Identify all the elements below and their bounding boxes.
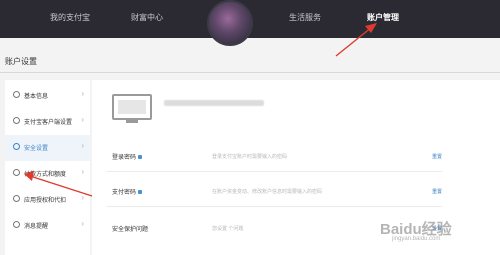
baidu-watermark-url: jingyan.baidu.com	[392, 236, 441, 242]
login-password-desc: 登录支付宝账户时需要输入的密码	[212, 154, 288, 160]
top-nav: 我的支付宝 财富中心 生活服务 账户管理	[0, 0, 500, 46]
sidebar-item-label: 付款方式和额度	[24, 172, 67, 178]
monitor-icon	[112, 94, 152, 120]
chevron-right-icon: ›	[81, 219, 84, 228]
row-divider	[106, 206, 442, 207]
nav-my-alipay[interactable]: 我的支付宝	[50, 12, 90, 23]
user-icon	[13, 91, 20, 98]
sidebar-item-basic-info[interactable]: 基本信息 ›	[5, 83, 90, 109]
row-divider	[106, 171, 442, 172]
avatar[interactable]	[207, 0, 253, 46]
chevron-right-icon: ›	[81, 141, 84, 150]
security-question-desc: 您设置 个问题	[212, 226, 244, 232]
nav-account-management[interactable]: 账户管理	[367, 12, 399, 23]
sidebar-item-security[interactable]: 安全设置 ›	[5, 135, 90, 161]
monitor-stand	[126, 120, 138, 123]
shield-icon	[13, 143, 20, 150]
link-icon	[13, 195, 20, 202]
chevron-right-icon: ›	[81, 89, 84, 98]
title-divider	[0, 72, 500, 73]
chevron-right-icon: ›	[81, 115, 84, 124]
sidebar: 基本信息 › 支付宝客户端设置 › 安全设置 › 付款方式和额度 › 应用授权和…	[5, 80, 90, 255]
lock-icon	[138, 155, 143, 159]
sidebar-item-label: 安全设置	[24, 146, 49, 152]
payment-password-desc: 在账户资金变动、修改账户信息时需要输入的密码	[212, 189, 323, 195]
chevron-right-icon: ›	[81, 193, 84, 202]
page-title: 账户设置	[5, 57, 37, 66]
nav-life-services[interactable]: 生活服务	[289, 12, 321, 23]
lock-icon	[138, 190, 143, 194]
sidebar-item-payment-methods[interactable]: 付款方式和额度 ›	[5, 161, 90, 187]
sidebar-item-label: 支付宝客户端设置	[24, 120, 73, 126]
sidebar-item-notifications[interactable]: 消息提醒 ›	[5, 213, 90, 239]
yen-icon	[13, 169, 20, 176]
login-password-label: 登录密码	[112, 152, 143, 161]
sidebar-item-client-settings[interactable]: 支付宝客户端设置 ›	[5, 109, 90, 135]
bell-icon	[13, 221, 20, 228]
payment-password-label: 支付密码	[112, 187, 143, 196]
security-question-label: 安全保护问题	[112, 227, 149, 233]
phone-icon	[13, 117, 20, 124]
login-password-reset-link[interactable]: 重置	[432, 153, 442, 160]
nav-wealth-center[interactable]: 财富中心	[131, 12, 163, 23]
sidebar-item-label: 基本信息	[24, 94, 49, 100]
chevron-right-icon: ›	[81, 167, 84, 176]
sidebar-item-label: 消息提醒	[24, 224, 49, 230]
payment-password-reset-link[interactable]: 重置	[432, 188, 442, 195]
sidebar-item-label: 应用授权和代扣	[24, 198, 67, 204]
sidebar-item-app-authorization[interactable]: 应用授权和代扣 ›	[5, 187, 90, 213]
account-name-blurred	[164, 100, 264, 106]
